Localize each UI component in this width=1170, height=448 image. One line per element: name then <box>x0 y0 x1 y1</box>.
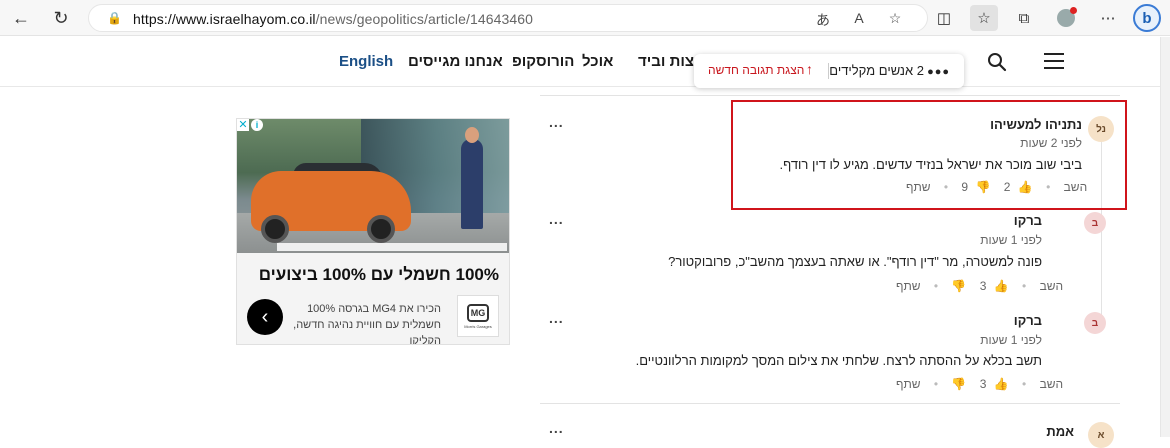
address-bar[interactable]: 🔒 https://www.israelhayom.co.il/news/geo… <box>88 4 928 32</box>
url-text: https://www.israelhayom.co.il/news/geopo… <box>133 11 534 27</box>
comment-more-options[interactable]: ... <box>549 420 564 436</box>
nav-recruiting[interactable]: אנחנו מגייסים <box>408 53 503 70</box>
site-header: English אנחנו מגייסים הורוסקופ אוכל צות … <box>0 37 1160 87</box>
more-menu-icon[interactable]: ⋯ <box>1094 5 1122 31</box>
ad-body-text[interactable]: הכירו את MG4 בגרסה 100% חשמלית עם חוויית… <box>291 301 441 344</box>
thumbs-down-icon[interactable]: 👎 <box>951 377 966 391</box>
favorite-star-icon[interactable]: ☆ <box>885 10 905 27</box>
search-icon[interactable] <box>986 51 1008 73</box>
mg-logo[interactable]: MG Morris Garages <box>457 295 499 337</box>
read-aloud-icon[interactable]: A <box>849 10 869 26</box>
comment-actions: שתף • 👎 3 👍 • השב <box>896 377 1064 391</box>
split-screen-icon[interactable]: ◫ <box>930 5 958 31</box>
lock-icon: 🔒 <box>107 11 122 25</box>
share-button[interactable]: שתף <box>896 279 921 293</box>
avatar: ב <box>1084 212 1106 234</box>
ad-info-icon[interactable]: i <box>251 119 263 131</box>
nav-horoscope[interactable]: הורוסקופ <box>512 53 574 70</box>
browser-toolbar: ← ↻ 🔒 https://www.israelhayom.co.il/news… <box>0 0 1170 36</box>
bing-copilot-icon[interactable]: b <box>1133 4 1161 32</box>
comment-author: ברקו <box>1013 313 1042 328</box>
divider <box>540 95 1120 96</box>
show-new-reply-link[interactable]: הצגת תגובה חדשה <box>708 63 804 77</box>
highlight-box <box>731 100 1127 210</box>
ad-headline[interactable]: 100% חשמלי עם 100% ביצועים <box>259 265 499 285</box>
comment-time: לפני 1 שעות <box>980 233 1042 247</box>
comment-more-options[interactable]: ... <box>549 310 564 326</box>
comment-text: פונה למשטרה, מר "דין רודף". או שאתה בעצמ… <box>668 254 1042 269</box>
arrow-up-icon[interactable]: ↑ <box>806 61 813 77</box>
collections-icon[interactable]: ⧉ <box>1010 5 1038 31</box>
back-arrow-icon[interactable]: ← <box>8 6 34 30</box>
comment-text: תשב בכלא על ההסתה לרצח. שלחתי את צילום ה… <box>635 353 1042 368</box>
comment-more-options[interactable]: ... <box>549 211 564 227</box>
like-count: 3 <box>979 279 987 293</box>
profile-icon[interactable] <box>1052 5 1080 31</box>
like-count: 3 <box>979 377 987 391</box>
reply-button[interactable]: השב <box>1040 377 1064 391</box>
chevron-left-icon[interactable]: ‹ <box>247 299 283 335</box>
nav-english[interactable]: English <box>339 53 393 70</box>
nav-entertainment[interactable]: צות ובידור <box>638 53 694 70</box>
favorites-icon[interactable]: ☆ <box>970 5 998 31</box>
refresh-icon[interactable]: ↻ <box>48 6 74 30</box>
thumbs-up-icon[interactable]: 👍 <box>994 377 1009 391</box>
divider <box>540 403 1120 404</box>
avatar: א <box>1088 422 1114 448</box>
ad-close-icon[interactable]: ✕ <box>237 119 249 131</box>
ad-image[interactable] <box>237 119 509 253</box>
avatar: ב <box>1084 312 1106 334</box>
thumbs-down-icon[interactable]: 👎 <box>951 279 966 293</box>
typing-text: 2 אנשים מקלידים <box>829 63 924 78</box>
typing-indicator-popup: הצגת תגובה חדשה ↑ 2 אנשים מקלידים ●●● <box>694 54 964 88</box>
typing-dots-icon: ●●● <box>927 66 950 78</box>
page-scrollbar[interactable] <box>1160 37 1170 437</box>
advertisement[interactable]: ✕ i 100% חשמלי עם 100% ביצועים ‹ הכירו א… <box>236 118 510 345</box>
comment-actions: שתף • 👎 3 👍 • השב <box>896 279 1064 293</box>
comment-more-options[interactable]: ... <box>549 114 564 130</box>
comment-time: לפני 1 שעות <box>980 333 1042 347</box>
reply-button[interactable]: השב <box>1040 279 1064 293</box>
share-button[interactable]: שתף <box>896 377 921 391</box>
hamburger-menu-icon[interactable] <box>1044 53 1064 69</box>
comment-author: ברקו <box>1013 213 1042 228</box>
nav-food[interactable]: אוכל <box>582 53 613 70</box>
translate-icon[interactable]: あ <box>813 10 833 30</box>
thumbs-up-icon[interactable]: 👍 <box>994 279 1009 293</box>
